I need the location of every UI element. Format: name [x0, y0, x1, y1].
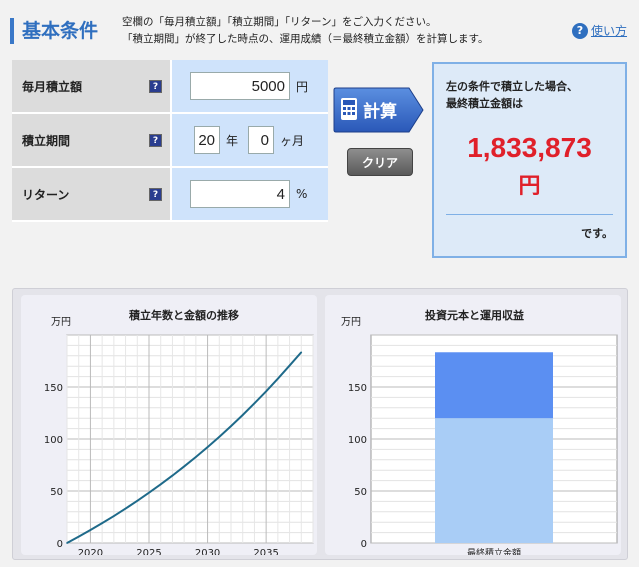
data-point: [253, 402, 256, 405]
result-amount: 1,833,873: [467, 132, 592, 163]
clear-button[interactable]: クリア: [347, 148, 413, 176]
monthly-amount-input[interactable]: 5000: [190, 72, 290, 100]
result-divider: [446, 214, 613, 215]
data-point: [277, 377, 279, 380]
data-point: [124, 507, 127, 510]
period-label-cell: 積立期間 ?: [12, 114, 170, 166]
months-unit: ヶ月: [280, 133, 305, 148]
result-caption-1: 左の条件で積立した場合、: [446, 80, 578, 93]
monthly-field-cell: 5000 円: [170, 60, 328, 112]
data-point: [66, 542, 68, 544]
chart-panel: 万円 積立年数と金額の推移 0 50 100 150 2020 2025 2030 2035 …: [12, 288, 628, 560]
percent-unit: %: [296, 187, 308, 201]
y-tick-label: 150: [44, 383, 63, 394]
result-yen: 円: [518, 174, 541, 199]
return-rate-input[interactable]: 4: [190, 180, 290, 208]
x-tick-label: 2020: [78, 548, 103, 555]
data-point: [148, 491, 150, 494]
result-suffix: です。: [581, 227, 613, 240]
bar-principal: [435, 418, 553, 543]
line-chart-box: 万円 積立年数と金額の推移 0 50 100 150 2020 2025 2030 2035: [21, 295, 317, 555]
page-title: 基本条件: [10, 18, 98, 44]
data-point: [159, 483, 162, 486]
period-label: 積立期間: [22, 133, 71, 148]
years-unit: 年: [226, 133, 239, 148]
monthly-label-cell: 毎月積立額 ?: [12, 60, 170, 112]
question-icon[interactable]: ?: [149, 79, 162, 93]
period-months-input[interactable]: 0: [248, 126, 275, 154]
data-point: [230, 425, 232, 427]
help-link[interactable]: ? 使い方: [572, 22, 627, 39]
data-point: [77, 535, 80, 538]
y-tick-label: 50: [50, 487, 63, 498]
data-point: [195, 456, 197, 458]
y-tick-label: 50: [354, 487, 367, 498]
calculate-button[interactable]: 計算: [333, 86, 425, 134]
data-point: [218, 436, 221, 438]
y-tick-label: 0: [57, 539, 63, 550]
question-icon[interactable]: ?: [149, 133, 162, 147]
data-point: [101, 522, 103, 524]
data-point: [171, 474, 174, 477]
return-row: リターン ? 4 %: [12, 168, 328, 222]
bar-chart-box: 万円 投資元本と運用収益 0 50 100 150 最終積立金額: [325, 295, 621, 555]
instructions-line-1: 空欄の「毎月積立額」「積立期間」「リターン」をご入力ください。: [122, 16, 437, 28]
result-box: 左の条件で積立した場合、 最終積立金額は 1,833,873 円 です。: [432, 62, 627, 258]
y-tick-label: 0: [361, 539, 367, 550]
instructions: 空欄の「毎月積立額」「積立期間」「リターン」をご入力ください。 「積立期間」が終…: [122, 14, 488, 48]
bar-returns: [435, 352, 553, 419]
yen-unit: 円: [296, 79, 309, 94]
data-point: [113, 515, 115, 517]
data-point: [265, 390, 267, 393]
data-point: [136, 499, 139, 502]
y-tick-label: 100: [44, 435, 63, 446]
help-icon: ?: [572, 22, 588, 39]
y-tick-label: 100: [348, 435, 367, 446]
monthly-row: 毎月積立額 ? 5000 円: [12, 60, 328, 114]
calculate-label: 計算: [363, 101, 397, 122]
y-tick-label: 150: [348, 383, 367, 394]
period-row: 積立期間 ? 20 年 0 ヶ月: [12, 114, 328, 168]
result-caption-2: 最終積立金額は: [446, 97, 523, 110]
monthly-label: 毎月積立額: [22, 79, 83, 94]
x-tick-label: 2035: [253, 548, 278, 555]
bar-chart: 0 50 100 150 最終積立金額: [348, 334, 618, 555]
calculator-icon: [341, 98, 357, 120]
line-chart: 0 50 100 150 2020 2025 2030 2035: [44, 334, 314, 555]
x-tick-label: 2025: [136, 548, 161, 555]
return-field-cell: 4 %: [170, 168, 328, 220]
instructions-line-2: 「積立期間」が終了した時点の、運用成績（＝最終積立金額）を計算します。: [122, 33, 489, 45]
data-point: [241, 414, 244, 416]
data-point: [183, 465, 185, 468]
input-form: 毎月積立額 ? 5000 円 積立期間 ? 20 年 0 ヶ月 リターン ? 4…: [12, 60, 328, 222]
data-point: [89, 529, 92, 531]
question-icon[interactable]: ?: [149, 187, 162, 201]
data-point: [288, 364, 291, 367]
period-years-input[interactable]: 20: [194, 126, 220, 154]
period-field-cell: 20 年 0 ヶ月: [170, 114, 328, 166]
return-label: リターン: [22, 187, 70, 202]
data-point: [300, 351, 303, 354]
x-tick-label: 2030: [195, 548, 220, 555]
header: 基本条件 空欄の「毎月積立額」「積立期間」「リターン」をご入力ください。 「積立…: [0, 0, 639, 52]
x-tick-label: 最終積立金額: [467, 547, 521, 555]
data-point: [206, 446, 209, 448]
return-label-cell: リターン ?: [12, 168, 170, 220]
help-label: 使い方: [591, 24, 628, 38]
